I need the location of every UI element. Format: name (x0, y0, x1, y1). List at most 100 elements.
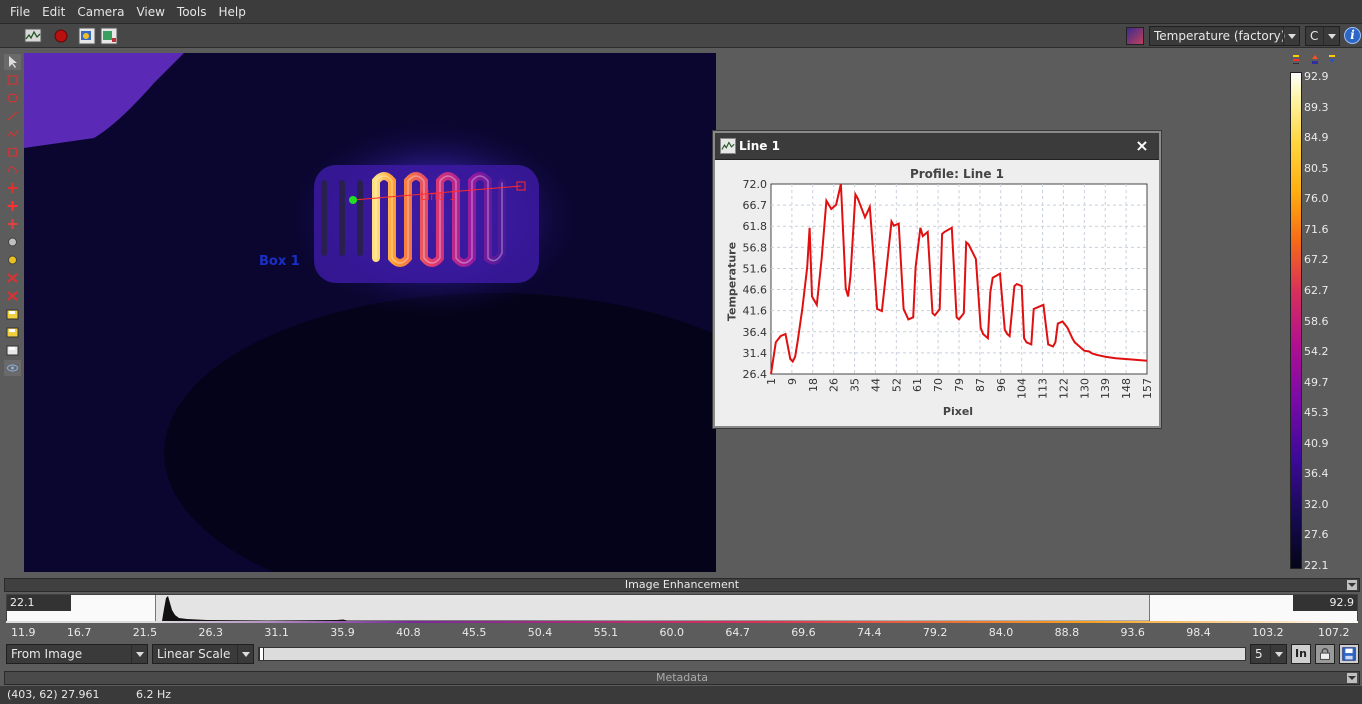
x-tick-label: 104 (1016, 378, 1029, 399)
zoom-in-button[interactable]: In (1291, 644, 1311, 664)
thermal-image[interactable]: Line 1 Box 1 (24, 53, 716, 572)
colorbar-tick: 49.7 (1304, 375, 1329, 389)
y-tick-label: 72.0 (743, 178, 768, 191)
histogram-scale-tick: 45.5 (461, 626, 487, 639)
colorbar-tick: 89.3 (1304, 100, 1329, 114)
colorbar-tick: 45.3 (1304, 406, 1329, 420)
delete-roi-icon[interactable] (4, 270, 21, 286)
y-tick-label: 66.7 (743, 199, 768, 212)
lock-icon[interactable] (1315, 644, 1335, 664)
x-tick-label: 139 (1099, 378, 1112, 399)
box-roi-label[interactable]: Box 1 (259, 254, 300, 269)
x-tick-label: 61 (911, 378, 924, 392)
save-roi-icon[interactable] (4, 342, 21, 358)
x-tick-label: 1 (765, 378, 778, 385)
color-picker-icon[interactable] (4, 252, 21, 268)
y-tick-label: 41.6 (743, 305, 768, 318)
info-icon[interactable]: i (1344, 27, 1361, 44)
x-tick-label: 9 (786, 378, 799, 385)
save-icon[interactable] (1339, 644, 1359, 664)
profile-window[interactable]: Line 1 × Profile: Line 1 Temperature Pix… (713, 131, 1161, 428)
menu-bar: File Edit Camera View Tools Help (0, 0, 1362, 24)
snapshot-icon[interactable] (78, 27, 96, 45)
select-arrow-icon[interactable] (4, 54, 21, 70)
y-tick-label: 56.8 (743, 241, 768, 254)
collapse-icon[interactable] (1347, 673, 1357, 683)
metadata-header[interactable]: Metadata (4, 671, 1360, 685)
histogram-scale-tick: 40.8 (396, 626, 421, 639)
colorbar-tick: 80.5 (1304, 161, 1329, 175)
colorbar-tick: 76.0 (1304, 192, 1329, 206)
center-marker-icon[interactable] (1311, 54, 1319, 65)
cursor-readout: (403, 62) 27.961 (7, 688, 100, 701)
enhancement-slider-handle[interactable] (259, 647, 264, 661)
max-marker-icon[interactable] (1292, 54, 1300, 65)
enhancement-slider[interactable] (258, 647, 1246, 661)
freeform-tool-icon[interactable] (4, 162, 21, 178)
line-tool-icon[interactable] (4, 108, 21, 124)
histogram-scale-tick: 107.2 (1318, 626, 1350, 639)
profile-titlebar[interactable]: Line 1 × (715, 133, 1159, 160)
scale-type-select[interactable]: Linear Scale (152, 644, 254, 664)
palette-icon[interactable] (1126, 27, 1144, 45)
x-tick-label: 44 (869, 378, 882, 392)
image-enhancement-header[interactable]: Image Enhancement (4, 578, 1360, 592)
palette-select[interactable]: Temperature (factory) (1149, 26, 1300, 46)
range-source-select[interactable]: From Image (6, 644, 148, 664)
rectangle-tool-icon[interactable] (4, 72, 21, 88)
x-tick-label: 52 (890, 378, 903, 392)
polygon-tool-icon[interactable] (4, 144, 21, 160)
histogram-scale-tick: 11.9 (11, 626, 36, 639)
polyline-tool-icon[interactable] (4, 126, 21, 142)
frame-rate: 6.2 Hz (136, 688, 172, 701)
histogram-scale-tick: 26.3 (198, 626, 224, 639)
open-roi-icon[interactable] (4, 306, 21, 322)
menu-help[interactable]: Help (212, 0, 251, 24)
histogram-max-value[interactable]: 92.9 (1293, 595, 1357, 611)
line-profile-icon (720, 138, 736, 154)
histogram-scale-tick: 16.7 (66, 626, 92, 639)
menu-camera[interactable]: Camera (71, 0, 130, 24)
view-roi-icon[interactable] (4, 360, 21, 376)
spot-tool-icon[interactable] (4, 180, 21, 196)
delete-all-icon[interactable] (4, 288, 21, 304)
ellipse-tool-icon[interactable] (4, 90, 21, 106)
record-icon[interactable] (52, 27, 70, 45)
colorbar-tick: 54.2 (1304, 345, 1329, 359)
y-tick-label: 31.4 (743, 347, 768, 360)
temperature-colorbar (1290, 72, 1302, 569)
spot-difference-icon[interactable] (4, 234, 21, 250)
chevron-down-icon (1283, 27, 1299, 45)
histogram-scale-tick: 88.8 (1054, 626, 1080, 639)
histogram-scale-tick: 50.4 (527, 626, 553, 639)
y-tick-label: 61.8 (743, 220, 768, 233)
palette-select-value: Temperature (factory) (1154, 29, 1286, 43)
snapshot-settings-icon[interactable] (100, 27, 118, 45)
histogram-min-value[interactable]: 22.1 (7, 595, 71, 611)
export-roi-icon[interactable] (4, 324, 21, 340)
x-tick-label: 130 (1078, 378, 1091, 399)
colorbar-tick: 71.6 (1304, 222, 1329, 236)
profile-plot: 72.0 66.7 61.8 56.8 51.6 46.6 41.6 36.4 31.4 26.4… (743, 178, 1155, 399)
min-marker-icon[interactable] (1328, 54, 1336, 65)
histogram-scale-tick: 74.4 (857, 626, 882, 639)
chevron-down-icon (237, 645, 253, 663)
menu-view[interactable]: View (130, 0, 170, 24)
status-bar: (403, 62) 27.961 6.2 Hz (0, 686, 1362, 704)
close-icon[interactable]: × (1133, 136, 1151, 156)
colorbar-markers (1292, 54, 1342, 66)
menu-file[interactable]: File (4, 0, 36, 24)
hot-spot-icon[interactable] (4, 198, 21, 214)
line-profile-icon[interactable] (24, 27, 42, 45)
histogram[interactable]: 22.1 92.9 (6, 594, 1358, 622)
x-tick-label: 18 (807, 378, 820, 392)
cold-spot-icon[interactable] (4, 216, 21, 232)
line-start-handle[interactable] (349, 196, 357, 204)
menu-tools[interactable]: Tools (171, 0, 213, 24)
collapse-icon[interactable] (1347, 580, 1357, 590)
histogram-color-scale (6, 621, 1358, 623)
step-select[interactable]: 5 (1250, 644, 1287, 664)
histogram-scale-tick: 35.9 (330, 626, 355, 639)
unit-select[interactable]: C (1305, 26, 1340, 46)
menu-edit[interactable]: Edit (36, 0, 71, 24)
